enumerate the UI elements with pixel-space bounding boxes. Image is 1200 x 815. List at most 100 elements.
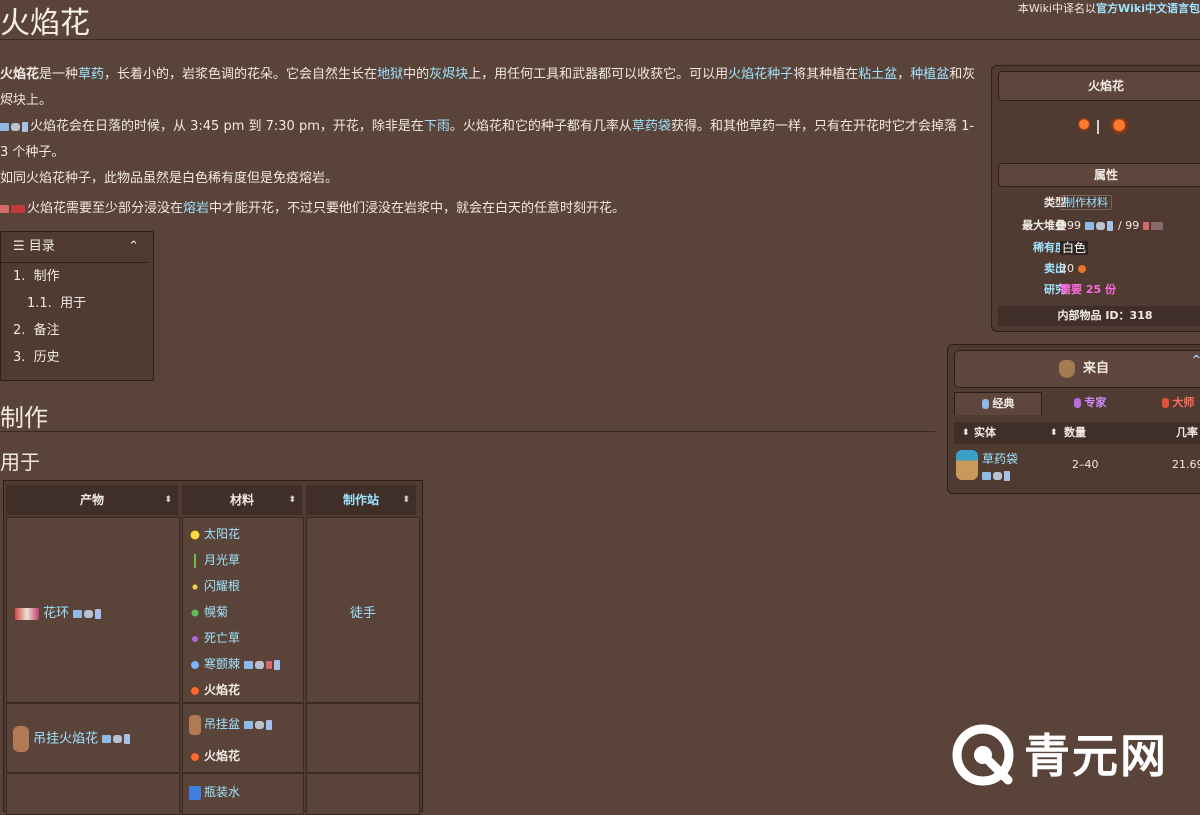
old-gen-icon xyxy=(265,660,272,669)
text: ， xyxy=(897,67,911,82)
master-mode-icon xyxy=(1161,398,1169,408)
page-title: 火焰花 xyxy=(0,6,90,41)
header-ingredients[interactable]: 材料 ⬍ xyxy=(182,485,302,515)
toc-item-used-in[interactable]: 1.1. 用于 xyxy=(1,290,153,317)
desktop-icon xyxy=(982,471,991,480)
tab-expert[interactable]: 专家 xyxy=(1052,392,1128,414)
text: 火焰花会在日落的时候，从 3:45 pm 到 7:30 pm，开花，除非是在 xyxy=(30,119,424,134)
copper-coin-icon xyxy=(1077,265,1086,273)
mobile-icon xyxy=(265,719,272,730)
underworld-link[interactable]: 地狱 xyxy=(377,67,403,82)
type-value[interactable]: 制作材料 xyxy=(1060,195,1112,210)
3ds-icon xyxy=(1150,222,1163,230)
ingredient: 火焰花 xyxy=(189,744,240,768)
table-row-station: 徒手 xyxy=(306,517,420,703)
ash-block-link[interactable]: 灰烬块 xyxy=(429,67,468,82)
clay-pot-link[interactable]: 粘土盆 xyxy=(858,67,897,82)
desktop-icon xyxy=(73,609,83,618)
station-value: 徒手 xyxy=(307,602,419,621)
header-station[interactable]: 制作站 ⬍ xyxy=(306,485,416,515)
result-link[interactable]: 吊挂火焰花 xyxy=(33,732,98,747)
old-gen-icons xyxy=(0,201,27,216)
ingredient-link[interactable]: 吊挂盆 xyxy=(204,717,240,731)
header-chance[interactable]: 几率 xyxy=(1176,422,1198,444)
ingredient: 死亡草 xyxy=(189,626,240,650)
text: 中的 xyxy=(403,67,430,82)
sort-icon[interactable]: ⬍ xyxy=(288,485,296,515)
ingredient-link[interactable]: 寒颤棘 xyxy=(204,657,240,671)
collapse-toggle[interactable]: ^折 xyxy=(1192,351,1200,367)
table-row-result xyxy=(6,773,180,815)
language-notice-text: 本Wiki中译名以 xyxy=(1017,2,1096,15)
item-name: 火焰花 xyxy=(0,67,40,82)
ingredient-link[interactable]: 闪耀根 xyxy=(204,579,240,593)
toc-header[interactable]: ☰ 目录 ⌃ xyxy=(1,232,147,263)
ingredient: 寒颤棘 xyxy=(189,652,282,676)
result-link[interactable]: 花环 xyxy=(43,606,69,621)
toc-item-history[interactable]: 3. 历史 xyxy=(1,344,153,371)
section-heading-crafting: 制作 xyxy=(0,404,48,432)
item-images xyxy=(1078,118,1129,136)
list-icon: ☰ xyxy=(13,239,29,254)
fireblossom-seeds-link[interactable]: 火焰花种子 xyxy=(728,67,793,82)
ingredient: 月光草 xyxy=(189,548,240,572)
language-pack-link[interactable]: 官方Wiki中文语言包 xyxy=(1096,2,1200,15)
drops-table-header: ⬍ 实体 ⬍ 数量 几率 xyxy=(954,422,1200,444)
stack-separator: / xyxy=(1118,219,1122,232)
toc-item-notes[interactable]: 2. 备注 xyxy=(1,317,153,344)
ingredient-link[interactable]: 月光草 xyxy=(204,553,240,567)
infobox-row-rarity: 稀有度 白色 xyxy=(992,238,1200,258)
toc-label: 备注 xyxy=(33,323,60,338)
mobile-icon xyxy=(1004,470,1010,481)
intro-paragraph-4: 火焰花需要至少部分浸没在熔岩中才能开花，不过只要他们浸没在岩浆中，就会在白天的任… xyxy=(0,196,980,222)
console-icon xyxy=(11,122,20,131)
ingredient-link[interactable]: 死亡草 xyxy=(204,631,240,645)
toc-item-crafting[interactable]: 1. 制作 xyxy=(1,263,153,290)
chevron-up-icon[interactable]: ⌃ xyxy=(128,232,139,262)
sort-icon[interactable]: ⬍ xyxy=(402,485,410,515)
rain-link[interactable]: 下雨 xyxy=(424,119,450,134)
infobox-row-type: 类型 制作材料 xyxy=(992,193,1200,213)
header-result[interactable]: 产物 ⬍ xyxy=(6,485,178,515)
console-icon xyxy=(84,609,94,618)
sort-icon[interactable]: ⬍ xyxy=(1050,422,1058,444)
infobox-internal-id: 内部物品 ID：318 xyxy=(998,306,1200,326)
ingredient-current: 火焰花 xyxy=(204,683,241,697)
sort-icon[interactable]: ⬍ xyxy=(962,422,970,444)
header-qty[interactable]: 数量 xyxy=(1064,422,1086,444)
planter-box-link[interactable]: 种植盆 xyxy=(910,67,949,82)
herb-link[interactable]: 草药 xyxy=(78,67,104,82)
entity-link[interactable]: 草药袋 xyxy=(982,450,1018,467)
ingredient-link[interactable]: 瓶装水 xyxy=(204,785,240,799)
header-entity[interactable]: 实体 xyxy=(974,422,996,444)
desktop-icon xyxy=(243,660,253,669)
ingredient: 幌菊 xyxy=(189,600,228,624)
toc-num: 3. xyxy=(13,350,26,365)
bottled-water-icon xyxy=(189,785,201,800)
console-icon xyxy=(113,735,123,743)
herb-bag-icon xyxy=(956,450,978,480)
lava-link[interactable]: 熔岩 xyxy=(183,201,209,216)
fireblossom-plant-icon xyxy=(1106,118,1129,136)
ingredient-current: 火焰花 xyxy=(204,749,241,763)
result-item: 花环 xyxy=(15,602,103,621)
tab-master[interactable]: 大师 xyxy=(1144,392,1200,414)
sort-icon[interactable]: ⬍ xyxy=(164,485,172,515)
section-heading-used-in: 用于 xyxy=(0,450,40,474)
qty-value: 2–40 xyxy=(1072,458,1099,471)
ingredient-link[interactable]: 太阳花 xyxy=(204,527,240,541)
intro-paragraph-1: 火焰花是一种草药，长着小的，岩浆色调的花朵。它会自然生长在地狱中的灰烬块上，用任… xyxy=(0,62,980,114)
herb-bag-link[interactable]: 草药袋 xyxy=(632,119,671,134)
toc-num: 1. xyxy=(13,269,26,284)
fireblossom-sprite-icon xyxy=(1078,118,1090,136)
obtained-from-header: 来自 xyxy=(954,350,1200,388)
tab-classic[interactable]: 经典 xyxy=(954,392,1042,415)
text: 火焰花需要至少部分浸没在 xyxy=(27,201,184,216)
watermark-text: 青元网 xyxy=(1024,729,1168,783)
ingredient-link[interactable]: 幌菊 xyxy=(204,605,228,619)
text: 中才能开花，不过只要他们浸没在岩浆中，就会在白天的任意时刻开花。 xyxy=(209,201,626,216)
mobile-icon xyxy=(273,659,280,670)
header-label: 制作站 xyxy=(342,493,379,507)
platform-icons xyxy=(982,468,1012,483)
station-link[interactable]: 徒手 xyxy=(350,606,376,621)
